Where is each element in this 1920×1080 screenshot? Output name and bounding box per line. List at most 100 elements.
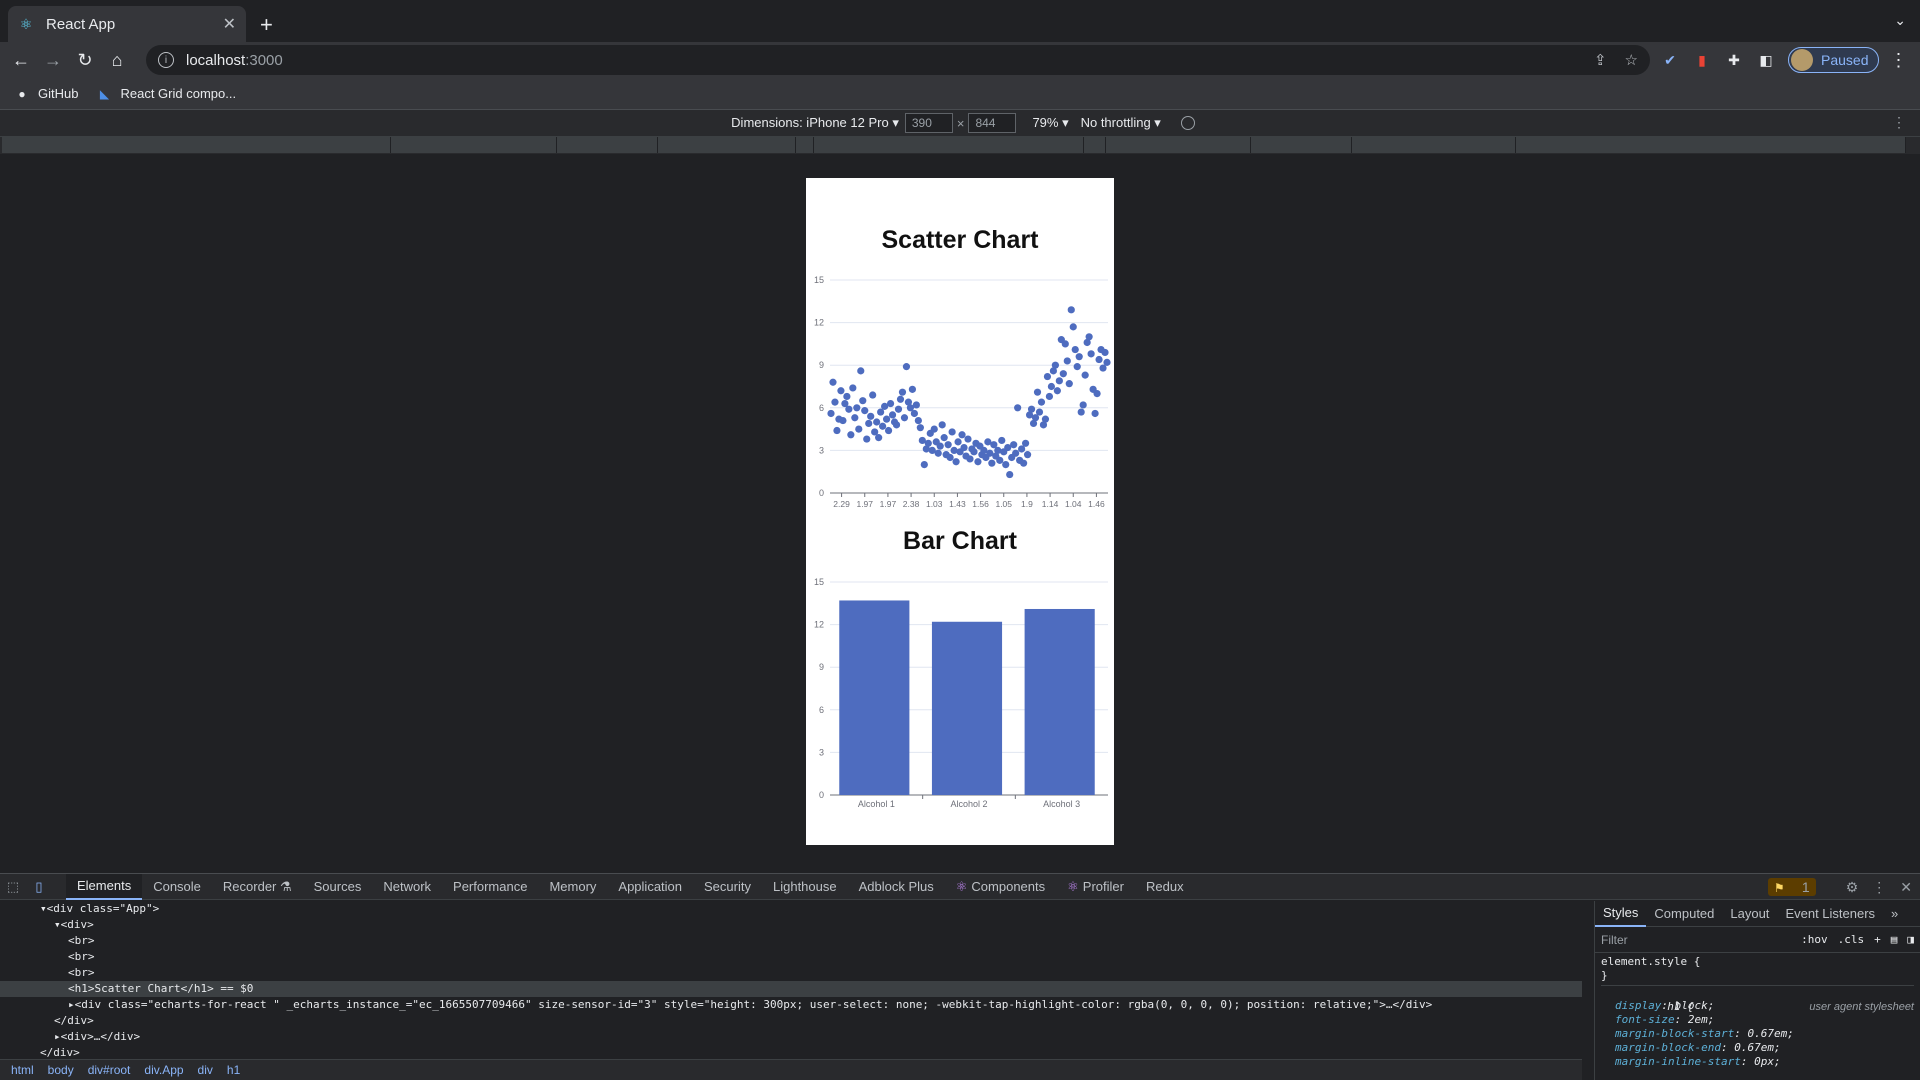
chevron-down-icon[interactable]: ⌄ [1894, 12, 1906, 29]
styles-tab[interactable]: Computed [1646, 901, 1722, 927]
devtools-tab[interactable]: Adblock Plus [848, 874, 945, 900]
device-width-input[interactable] [904, 113, 953, 133]
styles-filter-input[interactable]: Filter [1601, 933, 1791, 947]
x-tick-label: Alcohol 1 [858, 799, 895, 809]
devtools-tab[interactable]: Recorder ⚗ [212, 874, 303, 900]
scatter-point [944, 441, 952, 449]
devtools-tab[interactable]: ⚛ Profiler [1056, 874, 1135, 900]
bookmark-github[interactable]: ● GitHub [14, 86, 78, 102]
devtools-tab[interactable]: ⚛ Components [945, 874, 1056, 900]
device-height-input[interactable] [968, 113, 1017, 133]
styles-tab[interactable]: Styles [1595, 901, 1647, 927]
bookmark-star-icon[interactable]: ☆ [1625, 51, 1638, 69]
new-rule-button[interactable]: + [1874, 933, 1881, 946]
close-devtools-icon[interactable]: ✕ [1900, 879, 1912, 896]
breadcrumb-item[interactable]: div#root [88, 1063, 131, 1077]
settings-gear-icon[interactable]: ⚙ [1846, 879, 1859, 896]
devtools-tab[interactable]: Console [142, 874, 212, 900]
breadcrumb-item[interactable]: html [11, 1063, 34, 1077]
media-query-segment[interactable] [1516, 137, 1906, 153]
dom-node[interactable]: ▸<div>…</div> [0, 1029, 1582, 1045]
devtools-menu-icon[interactable]: ⋮ [1872, 879, 1886, 896]
browser-toolbar: ← → ↻ ⌂ i localhost :3000 ⇪ ☆ ✔ ▮ ✚ ◧ Pa… [0, 42, 1920, 78]
device-more-icon[interactable]: ⋮ [1892, 114, 1906, 131]
devtools-tab[interactable]: Lighthouse [762, 874, 848, 900]
back-icon[interactable]: ← [8, 47, 34, 73]
breadcrumb-item[interactable]: div.App [144, 1063, 183, 1077]
media-query-segment[interactable] [1251, 137, 1352, 153]
media-query-segment[interactable] [1106, 137, 1251, 153]
media-query-segment[interactable] [1352, 137, 1516, 153]
media-query-segment[interactable] [1084, 137, 1106, 153]
home-icon[interactable]: ⌂ [104, 47, 130, 73]
dom-node[interactable]: ▾<div> [0, 917, 1582, 933]
devtools-tab[interactable]: Performance [442, 874, 538, 900]
css-declaration[interactable]: font-size: 2em; [1601, 1013, 1914, 1027]
dom-node[interactable]: </div> [0, 1013, 1582, 1029]
devtools-tab[interactable]: Network [372, 874, 442, 900]
devtools-tab[interactable]: Elements [66, 873, 143, 900]
new-tab-icon[interactable]: + [260, 12, 273, 38]
close-tab-icon[interactable]: ✕ [223, 14, 236, 34]
share-icon[interactable]: ⇪ [1594, 51, 1607, 69]
zoom-select[interactable]: 79% ▾ [1032, 115, 1068, 131]
elements-tree[interactable]: ▾<div class="App"> ▾<div> <br> <br> <br> <h1>… [0, 901, 1582, 1059]
hov-button[interactable]: :hov [1801, 933, 1828, 946]
dom-node[interactable]: <br> [0, 965, 1582, 981]
throttling-select[interactable]: No throttling ▾ [1081, 115, 1161, 131]
styles-tab[interactable]: » [1883, 901, 1906, 927]
styles-tab[interactable]: Layout [1722, 901, 1777, 927]
forward-icon[interactable]: → [40, 47, 66, 73]
browser-menu-icon[interactable]: ⋮ [1889, 50, 1907, 71]
devtools-tab[interactable]: Security [693, 874, 762, 900]
css-declaration[interactable]: margin-block-start: 0.67em; [1601, 1027, 1914, 1041]
dom-node[interactable]: ▾<div class="App"> [0, 901, 1582, 917]
styles-tab[interactable]: Event Listeners [1777, 901, 1883, 927]
extensions-puzzle-icon[interactable]: ✚ [1722, 48, 1746, 72]
computed-styles-icon[interactable]: ▤ [1891, 933, 1898, 946]
extension-red-icon[interactable]: ▮ [1690, 48, 1714, 72]
media-query-segment[interactable] [557, 137, 658, 153]
element-style-selector[interactable]: element.style { [1601, 955, 1914, 969]
github-icon: ● [18, 86, 26, 101]
devtools-tab[interactable]: Memory [538, 874, 607, 900]
css-declaration[interactable]: margin-inline-start: 0px; [1601, 1055, 1914, 1069]
scatter-point [1065, 380, 1073, 388]
address-bar[interactable]: i localhost :3000 ⇪ ☆ [146, 45, 1650, 75]
device-dimensions-select[interactable]: Dimensions: iPhone 12 Pro ▾ [731, 115, 899, 131]
devtools-tab[interactable]: Application [607, 874, 693, 900]
devtools-tab[interactable]: Redux [1135, 874, 1195, 900]
dom-node[interactable]: <br> [0, 949, 1582, 965]
media-query-segment[interactable] [796, 137, 814, 153]
bookmark-react-grid[interactable]: ◣ React Grid compo... [96, 86, 236, 102]
issues-badge[interactable]: ⚑ 1 [1767, 878, 1816, 896]
dom-node[interactable]: <h1>Scatter Chart</h1> == $0 [0, 981, 1582, 997]
breadcrumb-item[interactable]: body [48, 1063, 74, 1077]
sidebar-toggle-icon[interactable]: ◨ [1907, 933, 1914, 946]
device-toggle-icon[interactable]: ▯ [26, 874, 52, 900]
media-query-segment[interactable] [2, 137, 391, 153]
breadcrumb-item[interactable]: div [198, 1063, 213, 1077]
dom-node[interactable]: </div> [0, 1045, 1582, 1059]
inspect-element-icon[interactable]: ⬚ [0, 874, 26, 900]
scatter-point [896, 395, 905, 403]
dom-node[interactable]: ▸<div class="echarts-for-react " _echart… [0, 997, 1582, 1013]
devtools-tab[interactable]: Sources [303, 874, 373, 900]
y-tick-label: 6 [819, 403, 824, 413]
side-panel-icon[interactable]: ◧ [1754, 48, 1778, 72]
media-query-segment[interactable] [814, 137, 1084, 153]
media-query-segment[interactable] [658, 137, 796, 153]
scatter-chart[interactable]: 0 3 6 9 12 15 2.29 1.97 1.97 2.38 1.03 1.43 1.56 1.05… [806, 274, 1114, 510]
breadcrumb-item[interactable]: h1 [227, 1063, 240, 1077]
site-info-icon[interactable]: i [158, 52, 174, 68]
dom-node[interactable]: <br> [0, 933, 1582, 949]
extension-check-icon[interactable]: ✔ [1658, 48, 1682, 72]
bar-chart[interactable]: 0 3 6 9 12 15 Alcohol 1 Alcohol 2 Alcohol 3 [806, 576, 1114, 812]
browser-tab[interactable]: ⚛ React App ✕ [8, 6, 246, 42]
media-query-segment[interactable] [391, 137, 557, 153]
reload-icon[interactable]: ↻ [72, 47, 98, 73]
profile-button[interactable]: Paused [1788, 47, 1880, 73]
rotate-icon[interactable] [1180, 116, 1195, 130]
css-declaration[interactable]: margin-block-end: 0.67em; [1601, 1041, 1914, 1055]
cls-button[interactable]: .cls [1838, 933, 1865, 946]
